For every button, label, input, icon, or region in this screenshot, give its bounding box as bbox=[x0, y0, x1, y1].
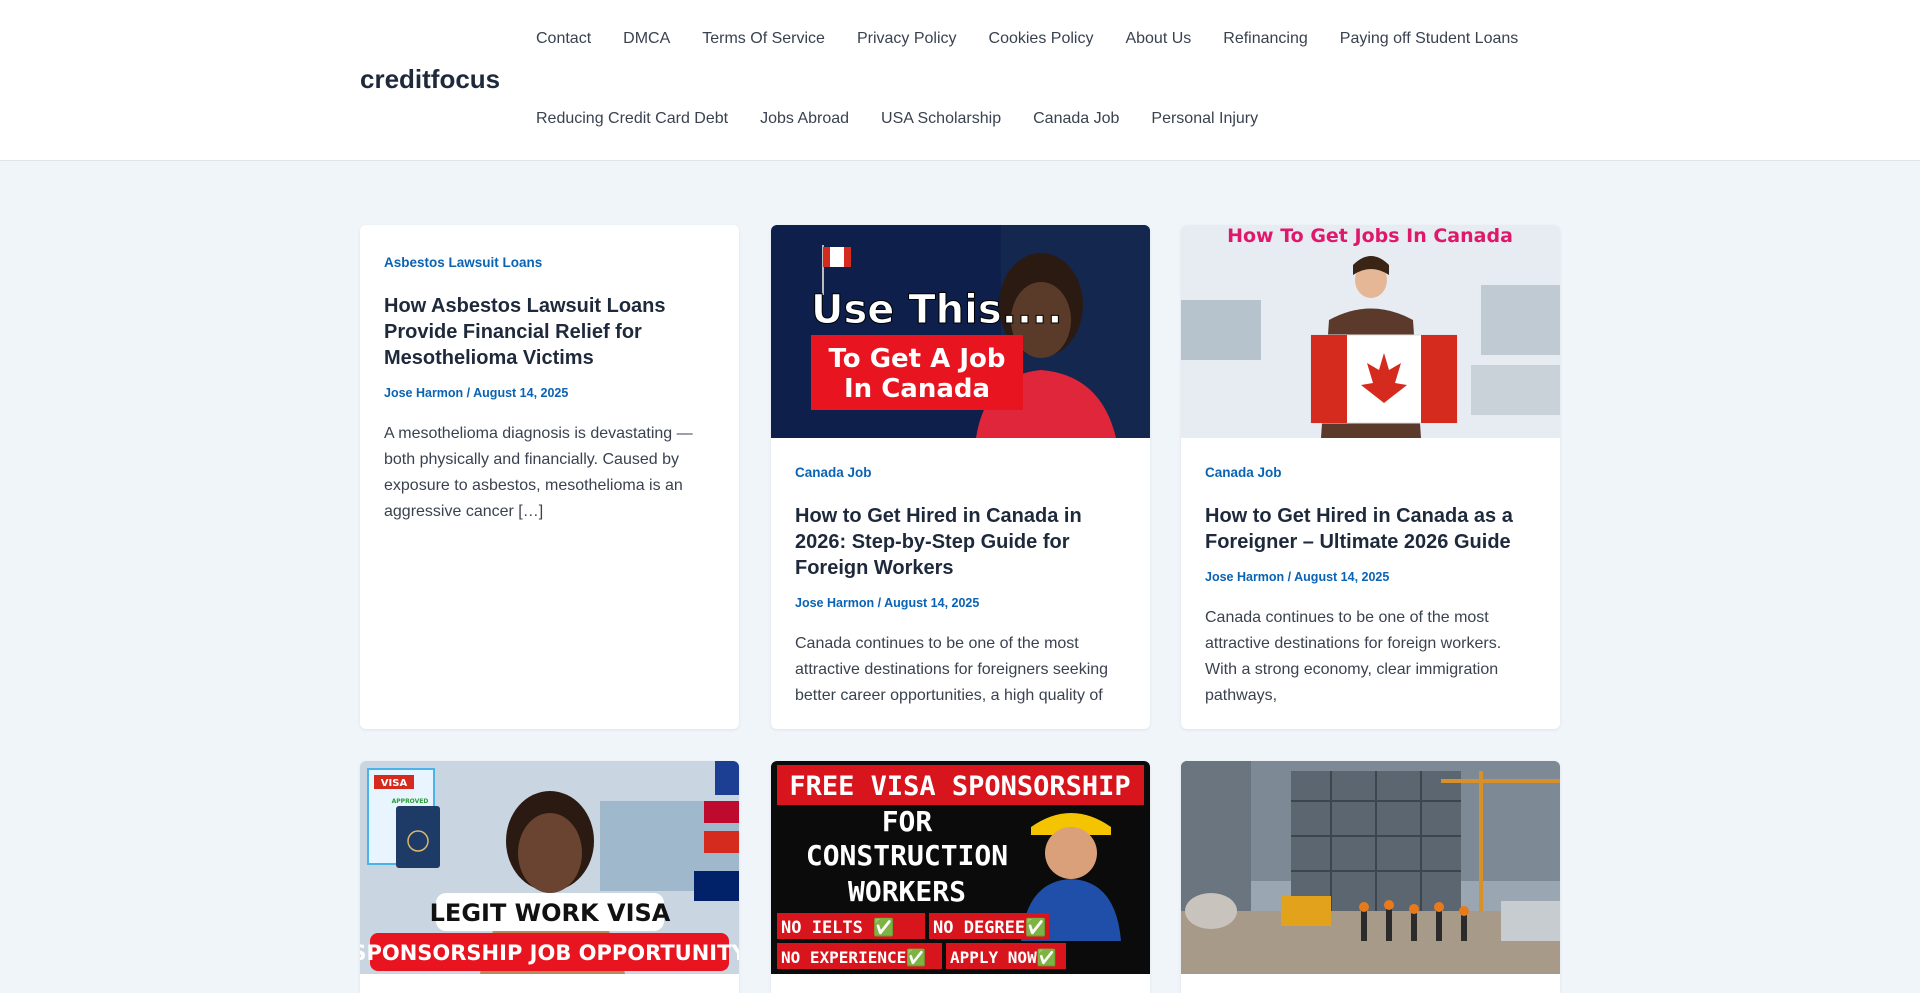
post-excerpt: Canada continues to be one of the most a… bbox=[1205, 609, 1502, 704]
nav-contact[interactable]: Contact bbox=[536, 30, 591, 48]
nav-privacy-policy[interactable]: Privacy Policy bbox=[857, 30, 957, 48]
post-card bbox=[1181, 761, 1560, 993]
post-thumbnail[interactable]: VISA APPROVED LEGIT WORK VISA SPONSORSHI… bbox=[360, 761, 739, 974]
nav-terms-of-service[interactable]: Terms Of Service bbox=[702, 30, 825, 48]
post-title[interactable]: How Asbestos Lawsuit Loans Provide Finan… bbox=[384, 293, 715, 371]
post-meta[interactable]: Jose Harmon / August 14, 2025 bbox=[795, 595, 1126, 611]
nav-usa-scholarship[interactable]: USA Scholarship bbox=[881, 110, 1001, 128]
nav-paying-off-student-loans[interactable]: Paying off Student Loans bbox=[1340, 30, 1519, 48]
thumb-text-legit-work-visa: LEGIT WORK VISA bbox=[430, 899, 671, 927]
post-category[interactable]: Canada Job bbox=[1205, 465, 1536, 481]
post-thumbnail[interactable] bbox=[1181, 761, 1560, 974]
nav-refinancing[interactable]: Refinancing bbox=[1223, 30, 1308, 48]
post-card: How To Get Jobs In Canada Canada Job How… bbox=[1181, 225, 1560, 729]
thumb-text-apply-now: APPLY NOW✅ bbox=[950, 948, 1057, 967]
post-meta[interactable]: Jose Harmon / August 14, 2025 bbox=[1205, 569, 1536, 585]
site-header: creditfocus Contact DMCA Terms Of Servic… bbox=[0, 0, 1920, 161]
thumb-text-for: FOR bbox=[882, 805, 933, 838]
primary-nav-row-1: Contact DMCA Terms Of Service Privacy Po… bbox=[536, 30, 1518, 48]
nav-personal-injury[interactable]: Personal Injury bbox=[1151, 110, 1258, 128]
post-card: VISA APPROVED LEGIT WORK VISA SPONSORSHI… bbox=[360, 761, 739, 993]
site-title[interactable]: creditfocus bbox=[360, 64, 500, 95]
post-thumbnail[interactable]: How To Get Jobs In Canada bbox=[1181, 225, 1560, 438]
nav-cookies-policy[interactable]: Cookies Policy bbox=[989, 30, 1094, 48]
thumb-text-in-canada: In Canada bbox=[844, 374, 990, 404]
nav-dmca[interactable]: DMCA bbox=[623, 30, 670, 48]
thumb-text-use-this: Use This.... bbox=[811, 287, 1062, 333]
nav-canada-job[interactable]: Canada Job bbox=[1033, 110, 1119, 128]
post-excerpt: A mesothelioma diagnosis is devastating … bbox=[384, 425, 693, 520]
post-category[interactable]: Canada Job bbox=[795, 465, 1126, 481]
post-thumbnail[interactable]: Use This.... To Get A Job In Canada bbox=[771, 225, 1150, 438]
post-title[interactable]: How to Get Hired in Canada as a Foreigne… bbox=[1205, 503, 1536, 555]
thumb-text-to-get-a-job: To Get A Job bbox=[829, 344, 1006, 374]
post-card: Use This.... To Get A Job In Canada Cana… bbox=[771, 225, 1150, 729]
post-card: Asbestos Lawsuit Loans How Asbestos Laws… bbox=[360, 225, 739, 729]
post-excerpt: Canada continues to be one of the most a… bbox=[795, 635, 1109, 704]
post-meta[interactable]: Jose Harmon / August 14, 2025 bbox=[384, 385, 715, 401]
thumb-text-construction: CONSTRUCTION bbox=[806, 839, 1008, 872]
post-title[interactable]: How to Get Hired in Canada in 2026: Step… bbox=[795, 503, 1126, 581]
primary-nav-row-2: Reducing Credit Card Debt Jobs Abroad US… bbox=[536, 110, 1258, 128]
post-thumbnail[interactable]: FREE VISA SPONSORSHIP FOR CONSTRUCTION W… bbox=[771, 761, 1150, 974]
thumb-text-no-experience: NO EXPERIENCE✅ bbox=[781, 948, 926, 967]
thumb-text-no-degree: NO DEGREE✅ bbox=[933, 917, 1046, 938]
thumb-text-approved: APPROVED bbox=[392, 798, 429, 805]
nav-reducing-credit-card-debt[interactable]: Reducing Credit Card Debt bbox=[536, 110, 728, 128]
thumb-text-sponsorship-job: SPONSORSHIP JOB OPPORTUNITY bbox=[360, 941, 739, 965]
nav-jobs-abroad[interactable]: Jobs Abroad bbox=[760, 110, 849, 128]
post-category[interactable]: Asbestos Lawsuit Loans bbox=[384, 255, 715, 271]
thumb-text-workers: WORKERS bbox=[848, 875, 966, 908]
thumb-text-visa: VISA bbox=[381, 778, 408, 789]
thumb-text-how-to-get-jobs: How To Get Jobs In Canada bbox=[1227, 225, 1513, 247]
thumb-text-no-ielts: NO IELTS ✅ bbox=[781, 917, 894, 938]
post-card: FREE VISA SPONSORSHIP FOR CONSTRUCTION W… bbox=[771, 761, 1150, 993]
thumb-text-free-visa-sponsorship: FREE VISA SPONSORSHIP bbox=[789, 771, 1130, 802]
nav-about-us[interactable]: About Us bbox=[1125, 30, 1191, 48]
